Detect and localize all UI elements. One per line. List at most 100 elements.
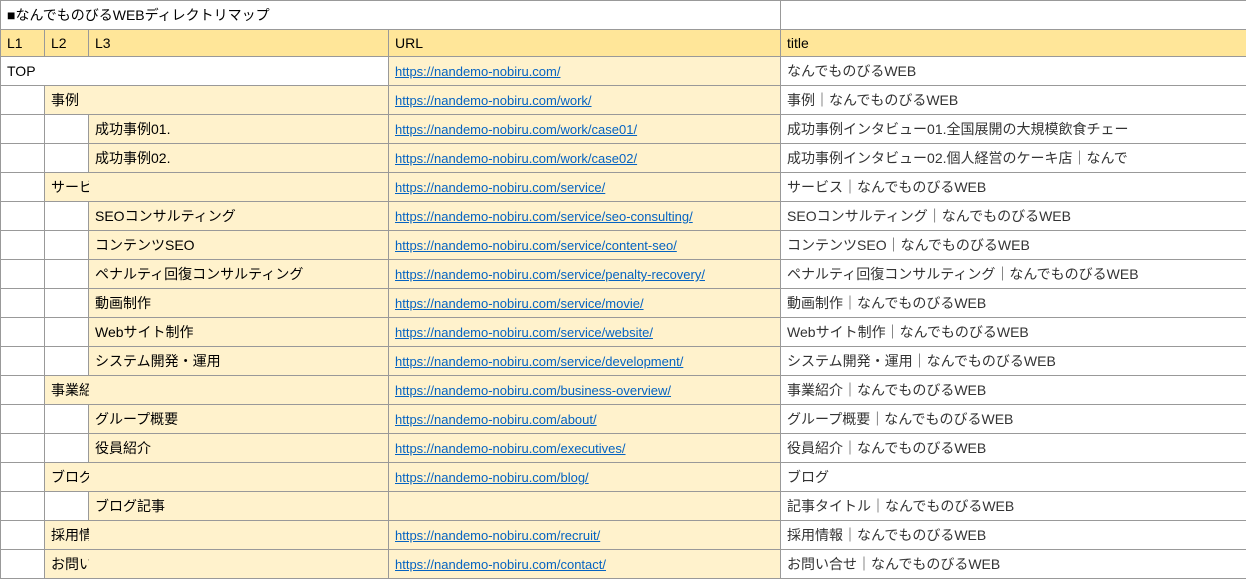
table-row: 動画制作https://nandemo-nobiru.com/service/m… (1, 289, 1246, 318)
cell-l1 (1, 376, 45, 405)
cell-l2 (45, 231, 89, 260)
cell-title: お問い合せ｜なんでものびるWEB (781, 550, 1246, 579)
url-link[interactable]: https://nandemo-nobiru.com/service/devel… (395, 354, 683, 369)
url-link[interactable]: https://nandemo-nobiru.com/contact/ (395, 557, 606, 572)
table-row: ペナルティ回復コンサルティング https://nandemo-nobiru.co… (1, 260, 1246, 289)
cell-url: https://nandemo-nobiru.com/service/conte… (389, 231, 781, 260)
table-row: SEOコンサルティング https://nandemo-nobiru.com/se… (1, 202, 1246, 231)
cell-title: ペナルティ回復コンサルティング｜なんでものびるWEB (781, 260, 1246, 289)
cell-l2: 事業紹介 (45, 376, 89, 405)
cell-l3: 成功事例02. (89, 144, 389, 173)
cell-l1 (1, 463, 45, 492)
cell-url: https://nandemo-nobiru.com/business-over… (389, 376, 781, 405)
header-l2: L2 (45, 30, 89, 57)
cell-title: サービス｜なんでものびるWEB (781, 173, 1246, 202)
url-link[interactable]: https://nandemo-nobiru.com/business-over… (395, 383, 671, 398)
title-text: ペナルティ回復コンサルティング｜なんでものびるWEB (787, 266, 1139, 282)
cell-title: システム開発・運用｜なんでものびるWEB (781, 347, 1246, 376)
cell-l2: 採用情報 (45, 521, 89, 550)
title-text: 動画制作｜なんでものびるWEB (787, 295, 986, 311)
cell-url: https://nandemo-nobiru.com/blog/ (389, 463, 781, 492)
directory-map-table: ■なんでものびるWEBディレクトリマップ L1 L2 L3 URL title … (0, 0, 1246, 579)
cell-l3: Webサイト制作 (89, 318, 389, 347)
cell-l3 (89, 521, 389, 550)
cell-l3 (89, 57, 389, 86)
table-row: 成功事例01.https://nandemo-nobiru.com/work/c… (1, 115, 1246, 144)
url-link[interactable]: https://nandemo-nobiru.com/service/websi… (395, 325, 653, 340)
url-link[interactable]: https://nandemo-nobiru.com/ (395, 64, 560, 79)
url-link[interactable]: https://nandemo-nobiru.com/service/ (395, 180, 605, 195)
cell-url: https://nandemo-nobiru.com/work/ (389, 86, 781, 115)
cell-l1 (1, 231, 45, 260)
table-row: TOPhttps://nandemo-nobiru.com/なんでものびるWEB (1, 57, 1246, 86)
cell-l2 (45, 57, 89, 86)
cell-l1 (1, 492, 45, 521)
url-link[interactable]: https://nandemo-nobiru.com/service/seo-c… (395, 209, 693, 224)
cell-l2 (45, 115, 89, 144)
table-row: お問い合わせ https://nandemo-nobiru.com/contact… (1, 550, 1246, 579)
cell-l2 (45, 434, 89, 463)
cell-l1 (1, 86, 45, 115)
table-row: 事例https://nandemo-nobiru.com/work/事例｜なんで… (1, 86, 1246, 115)
url-link[interactable]: https://nandemo-nobiru.com/executives/ (395, 441, 626, 456)
cell-url: https://nandemo-nobiru.com/ (389, 57, 781, 86)
cell-l3 (89, 550, 389, 579)
header-row: L1 L2 L3 URL title (1, 30, 1246, 57)
cell-l3: 役員紹介 (89, 434, 389, 463)
cell-l2 (45, 318, 89, 347)
cell-title: 事業紹介｜なんでものびるWEB (781, 376, 1246, 405)
cell-l3: SEOコンサルティング (89, 202, 389, 231)
title-text: お問い合せ｜なんでものびるWEB (787, 556, 1000, 572)
cell-l2 (45, 347, 89, 376)
cell-l1 (1, 115, 45, 144)
cell-title: Webサイト制作｜なんでものびるWEB (781, 318, 1246, 347)
cell-title: コンテンツSEO｜なんでものびるWEB (781, 231, 1246, 260)
cell-l3: システム開発・運用 (89, 347, 389, 376)
cell-title: なんでものびるWEB (781, 57, 1246, 86)
url-link[interactable]: https://nandemo-nobiru.com/service/penal… (395, 267, 705, 282)
table-row: ブログhttps://nandemo-nobiru.com/blog/ブログ (1, 463, 1246, 492)
url-link[interactable]: https://nandemo-nobiru.com/blog/ (395, 470, 589, 485)
title-row: ■なんでものびるWEBディレクトリマップ (1, 1, 1246, 30)
table-row: 成功事例02. https://nandemo-nobiru.com/work/c… (1, 144, 1246, 173)
table-row: システム開発・運用 https://nandemo-nobiru.com/serv… (1, 347, 1246, 376)
header-title: title (781, 30, 1246, 57)
url-link[interactable]: https://nandemo-nobiru.com/work/case02/ (395, 151, 637, 166)
cell-l2: 事例 (45, 86, 89, 115)
cell-l3 (89, 86, 389, 115)
cell-l1 (1, 260, 45, 289)
table-row: 事業紹介 https://nandemo-nobiru.com/business-… (1, 376, 1246, 405)
cell-title: SEOコンサルティング｜なんでものびるWEB (781, 202, 1246, 231)
cell-l2 (45, 405, 89, 434)
cell-l2: お問い合わせ (45, 550, 89, 579)
title-text: 役員紹介｜なんでものびるWEB (787, 440, 986, 456)
table-row: コンテンツSEOhttps://nandemo-nobiru.com/servi… (1, 231, 1246, 260)
cell-url: https://nandemo-nobiru.com/recruit/ (389, 521, 781, 550)
url-link[interactable]: https://nandemo-nobiru.com/about/ (395, 412, 597, 427)
table-row: サービス https://nandemo-nobiru.com/service/サ… (1, 173, 1246, 202)
cell-l2: サービス (45, 173, 89, 202)
cell-l2 (45, 289, 89, 318)
cell-url: https://nandemo-nobiru.com/service/movie… (389, 289, 781, 318)
cell-url: https://nandemo-nobiru.com/service/seo-c… (389, 202, 781, 231)
title-text: SEOコンサルティング｜なんでものびるWEB (787, 208, 1071, 224)
title-text: なんでものびるWEB (787, 63, 916, 79)
url-link[interactable]: https://nandemo-nobiru.com/service/movie… (395, 296, 644, 311)
page-title: ■なんでものびるWEBディレクトリマップ (7, 7, 270, 23)
table-row: 役員紹介 https://nandemo-nobiru.com/executive… (1, 434, 1246, 463)
url-link[interactable]: https://nandemo-nobiru.com/work/ (395, 93, 592, 108)
cell-l1 (1, 144, 45, 173)
url-link[interactable]: https://nandemo-nobiru.com/recruit/ (395, 528, 600, 543)
url-link[interactable]: https://nandemo-nobiru.com/service/conte… (395, 238, 677, 253)
cell-l3: ペナルティ回復コンサルティング (89, 260, 389, 289)
cell-l2 (45, 144, 89, 173)
cell-l1 (1, 521, 45, 550)
url-link[interactable]: https://nandemo-nobiru.com/work/case01/ (395, 122, 637, 137)
cell-title: 記事タイトル｜なんでものびるWEB (781, 492, 1246, 521)
cell-l1 (1, 318, 45, 347)
table-row: グループ概要https://nandemo-nobiru.com/about/グ… (1, 405, 1246, 434)
table-row: ブログ記事記事タイトル｜なんでものびるWEB (1, 492, 1246, 521)
cell-title: 成功事例インタビュー01.全国展開の大規模飲食チェー (781, 115, 1246, 144)
title-text: ブログ (787, 469, 829, 485)
cell-l1 (1, 550, 45, 579)
